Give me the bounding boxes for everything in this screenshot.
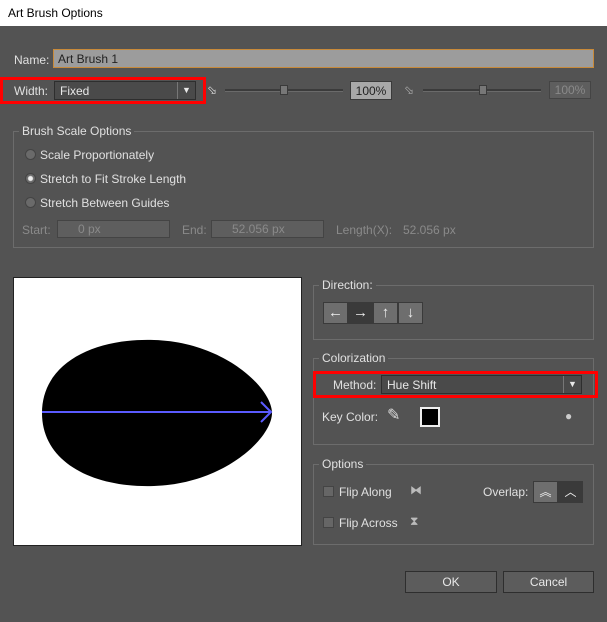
cancel-button[interactable]: Cancel <box>503 571 594 593</box>
flip-along-icon: ⧓ <box>410 483 422 497</box>
flip-across-icon: ⧗ <box>410 514 419 528</box>
brush-scale-title: Brush Scale Options <box>19 124 135 138</box>
direction-right-button[interactable]: → <box>348 302 373 324</box>
tips-lightbulb-icon[interactable]: ● <box>565 409 572 423</box>
method-value: Hue Shift <box>387 378 437 392</box>
flip-across-checkbox[interactable] <box>323 517 334 528</box>
width-select[interactable]: Fixed ▼ <box>54 81 196 100</box>
title-bar: Art Brush Options <box>0 0 607 26</box>
direction-up-button[interactable]: ↑ <box>373 302 398 324</box>
chevron-down-icon: ▼ <box>563 376 581 393</box>
overlap-label: Overlap: <box>483 485 529 499</box>
pressure-icon-2: ⬂ <box>404 83 415 97</box>
start-label: Start: <box>22 223 51 237</box>
pressure-icon: ⬂ <box>207 83 218 97</box>
name-label: Name: <box>14 53 50 67</box>
width-percent-input-2: 100% <box>549 81 591 99</box>
method-select[interactable]: Hue Shift ▼ <box>381 375 582 394</box>
chevron-down-icon: ▼ <box>177 82 195 99</box>
width-label: Width: <box>14 84 49 98</box>
eyedropper-icon[interactable]: ✎ <box>387 405 400 425</box>
radio-stretch-between-guides[interactable] <box>25 197 36 208</box>
options-title: Options <box>319 457 367 471</box>
option-label: Scale Proportionately <box>40 148 155 162</box>
flip-along-label: Flip Along <box>339 485 392 499</box>
radio-stretch-to-fit[interactable] <box>25 173 36 184</box>
key-color-label: Key Color: <box>322 410 379 424</box>
width-value: Fixed <box>60 84 90 98</box>
length-label: Length(X): <box>336 223 393 237</box>
end-label: End: <box>182 223 207 237</box>
option-label: Stretch to Fit Stroke Length <box>40 172 187 186</box>
ok-button[interactable]: OK <box>405 571 497 593</box>
direction-down-button[interactable]: ↓ <box>398 302 423 324</box>
direction-left-button[interactable]: ← <box>323 302 348 324</box>
name-input[interactable]: Art Brush 1 <box>53 49 594 68</box>
brush-preview <box>13 277 302 546</box>
width-percent-input[interactable]: 100% <box>350 81 392 100</box>
direction-title: Direction: <box>319 278 376 292</box>
start-input: 0 px <box>57 220 170 238</box>
overlap-adjust-button[interactable]: ︽ <box>533 481 558 503</box>
end-input: 52.056 px <box>211 220 324 238</box>
colorization-title: Colorization <box>319 351 389 365</box>
brush-shape <box>42 339 273 487</box>
overlap-no-adjust-button[interactable]: ︿ <box>558 481 583 503</box>
method-label: Method: <box>333 378 377 392</box>
flip-across-label: Flip Across <box>339 516 398 530</box>
width-slider-thumb[interactable] <box>280 85 288 95</box>
length-value: 52.056 px <box>403 223 456 237</box>
radio-scale-proportionately[interactable] <box>25 149 36 160</box>
key-color-swatch[interactable] <box>420 407 440 427</box>
flip-along-checkbox[interactable] <box>323 486 334 497</box>
window-title: Art Brush Options <box>8 6 103 20</box>
width-slider-thumb-2 <box>479 85 487 95</box>
options-group <box>313 464 594 545</box>
option-label: Stretch Between Guides <box>40 196 170 210</box>
